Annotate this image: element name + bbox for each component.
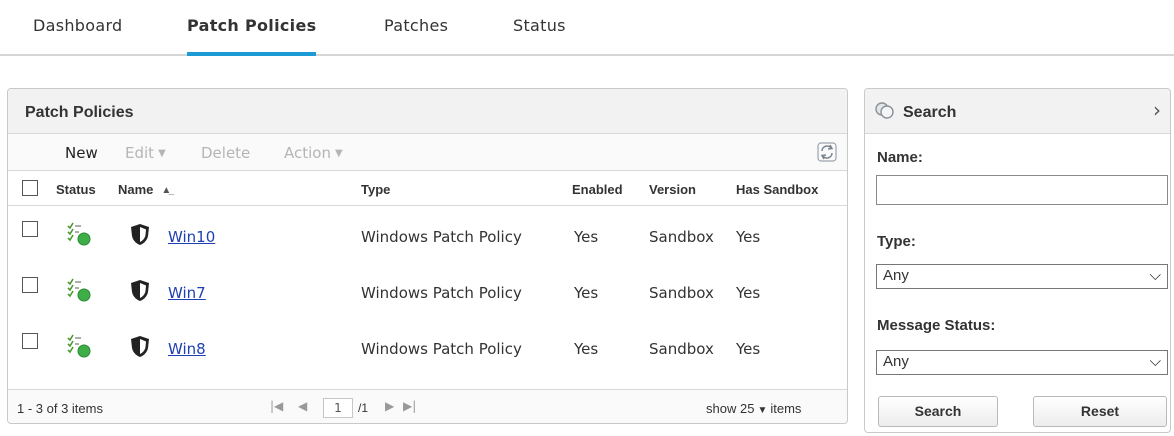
column-version[interactable]: Version (649, 182, 696, 197)
select-all-checkbox[interactable] (22, 180, 38, 196)
status-ok-icon (67, 334, 91, 358)
patch-policies-panel: Patch Policies New Edit ▼ Delete Action ▼ … (7, 88, 848, 424)
chevron-right-icon[interactable]: › (1153, 98, 1161, 122)
new-button[interactable]: New (65, 144, 98, 162)
chevron-down-icon: ⌵ (1149, 267, 1161, 284)
policy-type: Windows Patch Policy (361, 284, 522, 302)
name-input[interactable] (876, 175, 1168, 205)
policy-type: Windows Patch Policy (361, 228, 522, 246)
column-name-label: Name (118, 182, 154, 197)
policy-has-sandbox: Yes (736, 340, 761, 358)
sort-ascending-icon: ▲̲ (161, 185, 172, 196)
total-pages: /1 (358, 401, 369, 415)
panel-header: Patch Policies (8, 89, 847, 134)
caret-down-icon: ▼ (334, 148, 343, 159)
search-panel: Search › Name: Type: Any ⌵ Message Statu… (864, 88, 1171, 433)
row-checkbox[interactable] (22, 277, 38, 293)
table-header: Status Name ▲̲ Type Enabled Version Has S… (8, 172, 847, 206)
column-status[interactable]: Status (56, 182, 96, 197)
column-name[interactable]: Name ▲̲ (118, 182, 171, 197)
show-label: show (706, 401, 737, 416)
items-label: items (770, 401, 802, 416)
refresh-icon[interactable] (817, 141, 837, 163)
tab-dashboard[interactable]: Dashboard (33, 16, 123, 54)
caret-down-icon: ▼ (158, 148, 166, 159)
policy-version: Sandbox (649, 284, 714, 302)
column-enabled[interactable]: Enabled (572, 182, 623, 197)
top-nav: Dashboard Patch Policies Patches Status (0, 0, 1174, 56)
message-status-select[interactable]: Any ⌵ (876, 350, 1168, 375)
chevron-down-icon: ⌵ (1149, 353, 1161, 370)
search-title: Search (903, 104, 957, 121)
policy-name-link[interactable]: Win7 (168, 284, 206, 302)
column-has-sandbox[interactable]: Has Sandbox (736, 182, 818, 197)
policy-enabled: Yes (574, 228, 599, 246)
action-label: Action (284, 144, 331, 162)
policy-version: Sandbox (649, 228, 714, 246)
type-select-value: Any (883, 267, 909, 284)
page-number-input[interactable]: 1 (323, 398, 353, 418)
first-page-icon[interactable]: |◀ (270, 399, 283, 413)
table-row: Win8 Windows Patch Policy Yes Sandbox Ye… (8, 319, 847, 375)
policy-type: Windows Patch Policy (361, 340, 522, 358)
caret-down-icon: ▼ (757, 405, 768, 416)
policy-name-link[interactable]: Win8 (168, 340, 206, 358)
table-row: Win7 Windows Patch Policy Yes Sandbox Ye… (8, 263, 847, 319)
delete-button[interactable]: Delete (201, 144, 250, 162)
last-page-icon[interactable]: ▶| (403, 399, 416, 413)
previous-page-icon[interactable]: ◀ (298, 399, 307, 413)
toolbar: New Edit ▼ Delete Action ▼ (8, 134, 847, 171)
search-icon (875, 102, 894, 119)
pager: 1 - 3 of 3 items |◀ ◀ 1 /1 ▶ ▶| show 25 ▼… (8, 389, 847, 423)
policy-version: Sandbox (649, 340, 714, 358)
column-type[interactable]: Type (361, 182, 390, 197)
policy-has-sandbox: Yes (736, 284, 761, 302)
policy-has-sandbox: Yes (736, 228, 761, 246)
page-size-value: 25 (739, 401, 755, 416)
status-ok-icon (67, 222, 91, 246)
type-select[interactable]: Any ⌵ (876, 264, 1168, 289)
edit-menu[interactable]: Edit ▼ (125, 144, 166, 162)
row-checkbox[interactable] (22, 333, 38, 349)
table-row: Win10 Windows Patch Policy Yes Sandbox Y… (8, 207, 847, 263)
item-range-text: 1 - 3 of 3 items (17, 401, 103, 416)
next-page-icon[interactable]: ▶ (385, 399, 394, 413)
type-label: Type: (877, 233, 916, 250)
message-status-label: Message Status: (877, 317, 996, 334)
policy-enabled: Yes (574, 284, 599, 302)
search-button[interactable]: Search (878, 396, 998, 427)
message-status-value: Any (883, 353, 909, 370)
policy-enabled: Yes (574, 340, 599, 358)
tab-status[interactable]: Status (513, 16, 566, 54)
name-label: Name: (877, 149, 923, 166)
action-menu[interactable]: Action ▼ (284, 144, 343, 162)
policy-name-link[interactable]: Win10 (168, 228, 215, 246)
page-size-selector[interactable]: show 25 ▼ items (706, 401, 801, 416)
shield-icon (131, 224, 149, 245)
panel-title: Patch Policies (25, 104, 134, 121)
edit-label: Edit (125, 144, 155, 162)
search-header: Search › (865, 89, 1170, 134)
tab-patches[interactable]: Patches (384, 16, 448, 54)
shield-icon (131, 336, 149, 357)
tab-patch-policies[interactable]: Patch Policies (187, 16, 317, 56)
reset-button[interactable]: Reset (1033, 396, 1167, 427)
status-ok-icon (67, 278, 91, 302)
row-checkbox[interactable] (22, 221, 38, 237)
shield-icon (131, 280, 149, 301)
